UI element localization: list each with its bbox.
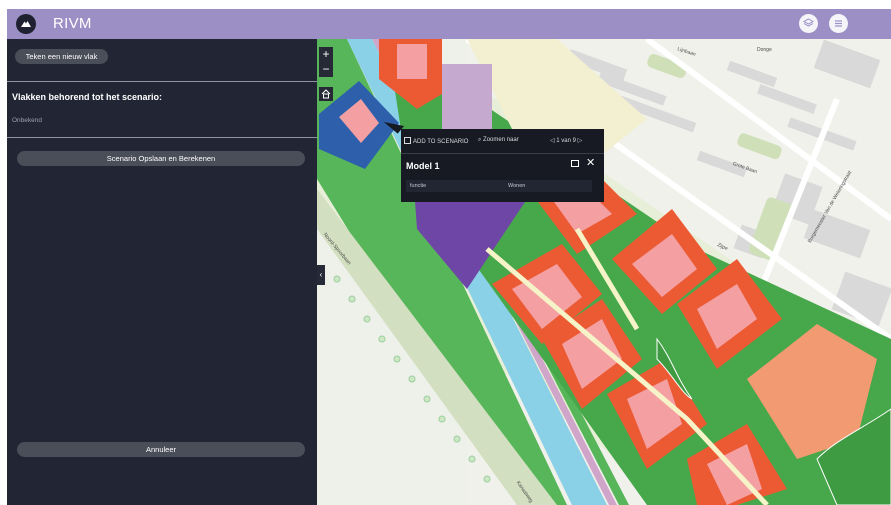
cancel-button[interactable]: Annuleer <box>17 442 305 457</box>
collapse-sidebar-button[interactable]: ‹ <box>317 265 325 285</box>
list-icon[interactable] <box>829 14 848 33</box>
app-header: RIVM <box>7 9 891 39</box>
save-and-calculate-button[interactable]: Scenario Opslaan en Berekenen <box>17 151 305 166</box>
zoom-to-button[interactable]: ⌕ Zoomen naar <box>478 137 519 144</box>
map-canvas[interactable] <box>317 39 891 505</box>
app-window: RIVM Teken een nieuw vlak Vlakken behore… <box>7 9 891 505</box>
scenario-sidebar: Teken een nieuw vlak Vlakken behorend to… <box>7 39 317 505</box>
dock-icon[interactable] <box>571 160 579 167</box>
divider <box>7 137 317 138</box>
zoom-control: + − <box>319 47 333 77</box>
feature-pager: ◁ 1 van 9 ▷ <box>550 137 582 144</box>
zoom-in-button[interactable]: + <box>319 47 333 62</box>
zoom-out-button[interactable]: − <box>319 62 333 77</box>
zoom-icon: ⌕ <box>478 137 482 143</box>
close-icon[interactable]: ✕ <box>586 156 595 169</box>
home-icon[interactable] <box>319 87 333 101</box>
checkbox-icon <box>404 137 411 144</box>
scenario-areas-heading: Vlakken behorend tot het scenario: <box>12 92 163 102</box>
layers-icon[interactable] <box>799 14 818 33</box>
street-label: Donge <box>757 47 772 53</box>
pager-text: 1 van 9 <box>556 138 576 144</box>
previous-feature-button[interactable]: ◁ <box>550 138 555 144</box>
attribute-key: functie <box>410 183 427 189</box>
zoom-to-label: Zoomen naar <box>483 137 519 143</box>
app-title: RIVM <box>53 15 92 32</box>
mountain-icon[interactable] <box>16 14 36 34</box>
map-view[interactable]: Lijnbaan Donge Grote Baan Burgemeester V… <box>317 39 891 505</box>
divider <box>7 81 317 82</box>
scenario-areas-value: Onbekend <box>12 117 42 124</box>
attribute-value: Wonen <box>508 183 526 189</box>
add-to-scenario-label: ADD TO SCENARIO <box>413 139 469 145</box>
next-feature-button[interactable]: ▷ <box>578 138 583 144</box>
popup-title: Model 1 <box>406 161 440 171</box>
feature-popup: ADD TO SCENARIO ⌕ Zoomen naar ◁ 1 van 9 … <box>401 129 604 202</box>
draw-new-area-button[interactable]: Teken een nieuw vlak <box>15 49 108 64</box>
add-to-scenario-button[interactable]: ADD TO SCENARIO <box>404 137 468 145</box>
attribute-row: functie Wonen <box>406 180 592 192</box>
divider <box>401 153 604 154</box>
